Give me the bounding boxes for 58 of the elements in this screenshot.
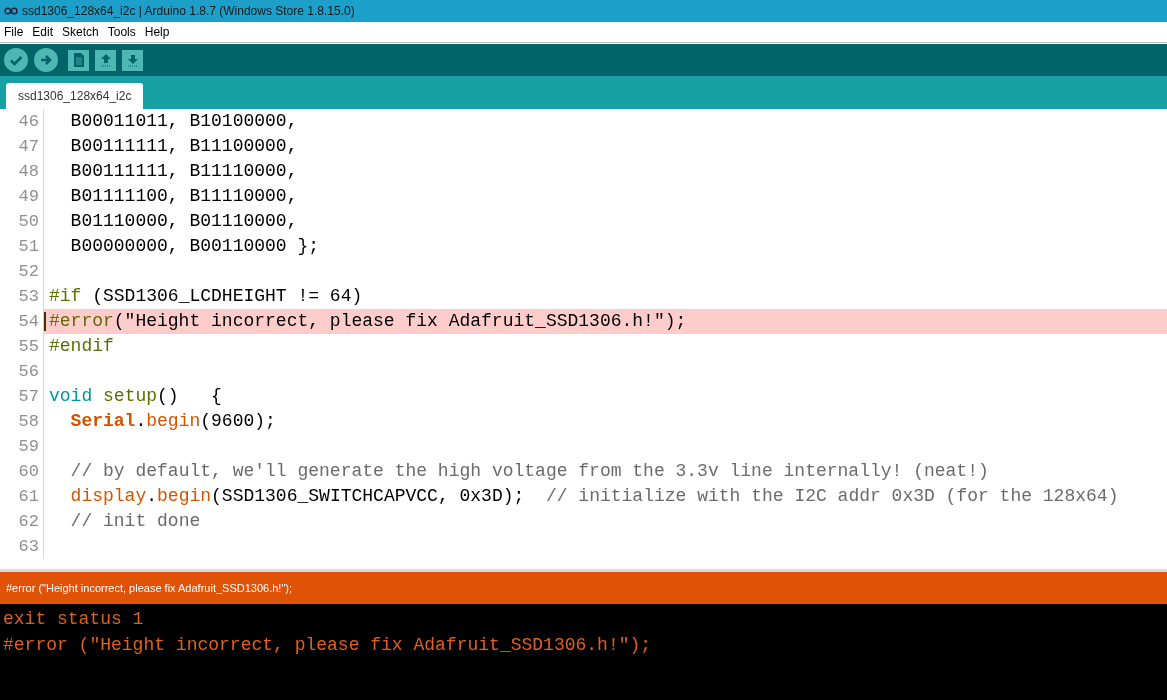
code-keyword: void [49, 385, 93, 408]
menu-item[interactable]: Edit [32, 23, 54, 41]
line-number: 62 [0, 509, 44, 534]
line-number: 60 [0, 459, 44, 484]
code-text: ("Height incorrect, please fix Adafruit_SSD1306.h!"); [113, 310, 687, 333]
code-keyword: #error [49, 310, 114, 333]
code-function: begin [146, 410, 201, 433]
code-text: B01110000, B01110000, [70, 210, 298, 233]
window-title: ssd1306_128x64_i2c | Arduino 1.8.7 (Windows Store 1.8.15.0) [22, 3, 355, 20]
infinity-icon [4, 7, 18, 15]
upload-button[interactable] [34, 48, 58, 72]
code-text: B00111111, B11100000, [70, 135, 298, 158]
line-number: 49 [0, 184, 44, 209]
line-number: 63 [0, 534, 44, 559]
code-text: () { [157, 385, 222, 408]
code-text: . [146, 485, 158, 508]
line-number: 53 [0, 284, 44, 309]
code-keyword: #endif [49, 335, 114, 358]
line-number: 59 [0, 434, 44, 459]
code-comment: // by default, we'll generate the high voltage from the 3.3v line internally! (neat!) [70, 460, 989, 483]
line-number: 51 [0, 234, 44, 259]
line-number: 48 [0, 159, 44, 184]
status-message: #error ("Height incorrect, please fix Adafruit_SSD1306.h!"); [6, 580, 292, 596]
code-keyword: Serial [70, 410, 136, 433]
new-button[interactable] [68, 49, 89, 71]
line-number: 56 [0, 359, 44, 384]
line-number: 58 [0, 409, 44, 434]
code-text: (SSD1306_SWITCHCAPVCC, 0x3D); [211, 485, 525, 508]
console-line: exit status 1 [2, 608, 145, 631]
menu-item[interactable]: Sketch [62, 23, 99, 41]
line-number: 50 [0, 209, 44, 234]
code-text: (SSD1306_LCDHEIGHT != 64) [92, 285, 363, 308]
line-number: 61 [0, 484, 44, 509]
menu-item[interactable]: File [4, 23, 24, 41]
code-keyword: #if [49, 285, 82, 308]
line-number: 52 [0, 259, 44, 284]
code-text: B01111100, B11110000, [70, 185, 298, 208]
code-comment: // initialize with the I2C addr 0x3D (for the 128x64) [545, 485, 1119, 508]
code-text: (9600); [200, 410, 276, 433]
code-function: display [70, 485, 147, 508]
code-comment: // init done [70, 510, 201, 533]
code-text: B00011011, B10100000, [70, 110, 298, 133]
menu-item[interactable]: Help [144, 23, 170, 41]
verify-button[interactable] [4, 48, 28, 72]
line-number: 57 [0, 384, 44, 409]
line-number: 47 [0, 134, 44, 159]
open-button[interactable] [95, 49, 116, 71]
console-line: #error ("Height incorrect, please fix Adafruit_SSD1306.h!"); [2, 634, 653, 657]
code-text: . [135, 410, 147, 433]
code-function: begin [157, 485, 212, 508]
line-number: 55 [0, 334, 44, 359]
save-button[interactable] [122, 49, 143, 71]
file-tab[interactable]: ssd1306_128x64_i2c [6, 83, 144, 109]
code-text: B00000000, B00110000 }; [70, 235, 320, 258]
menu-item[interactable]: Tools [107, 23, 136, 41]
line-number: 46 [0, 109, 44, 134]
code-text: B00111111, B11110000, [70, 160, 298, 183]
code-keyword: setup [103, 385, 158, 408]
